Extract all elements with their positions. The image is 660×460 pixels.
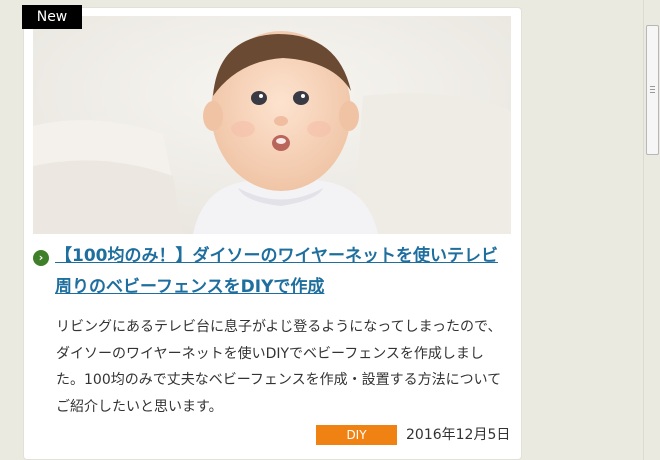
new-badge: New — [22, 5, 82, 29]
category-label[interactable]: DIY — [316, 425, 397, 445]
article-excerpt: リビングにあるテレビ台に息子がよじ登るようになってしまったので、ダイソーのワイヤ… — [56, 319, 502, 415]
post-date: 2016年12月5日 — [406, 427, 511, 443]
grip-icon — [650, 86, 655, 93]
chevron-right-icon: › — [33, 250, 49, 266]
article-thumbnail[interactable] — [33, 16, 511, 234]
article-title-link[interactable]: 【100均のみ！】ダイソーのワイヤーネットを使いテレビ周りのベビーフェンスをDI… — [55, 241, 505, 303]
baby-photo-image — [33, 16, 511, 234]
vertical-scrollbar[interactable] — [643, 0, 660, 460]
scrollbar-thumb[interactable] — [646, 25, 659, 155]
